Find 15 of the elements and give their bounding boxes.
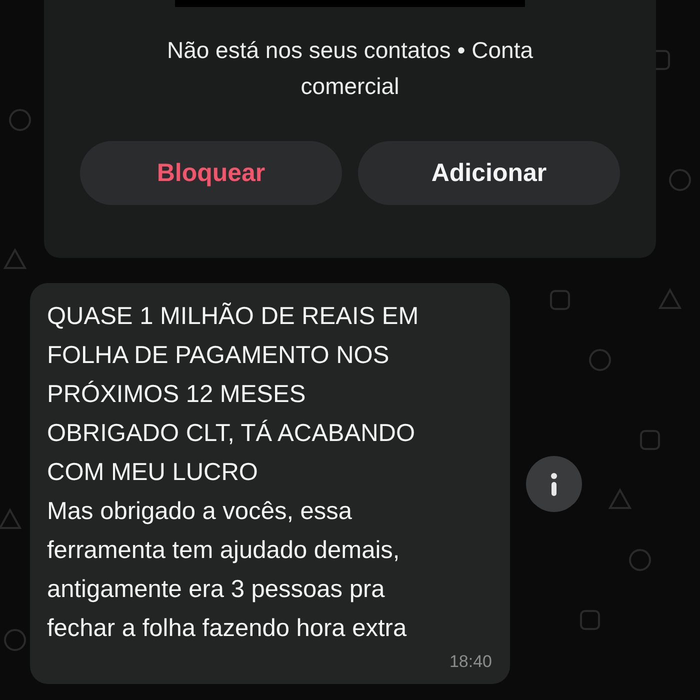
block-button[interactable]: Bloquear: [80, 141, 342, 205]
message-text: FOLHA DE PAGAMENTO NOS: [47, 341, 390, 371]
contact-subtitle: comercial: [300, 72, 400, 101]
message-text: OBRIGADO CLT, TÁ ACABANDO: [47, 418, 416, 449]
contact-subtitle: Não está nos seus contatos • Conta: [166, 36, 534, 65]
message-text: ferramenta tem ajudado demais,: [47, 536, 401, 566]
message-text: fechar a folha fazendo hora extra: [47, 614, 408, 644]
message-time: 18:40: [449, 652, 492, 672]
message-text: QUASE 1 MILHÃO DE REAIS EM: [47, 302, 420, 332]
message-text: COM MEU LUCRO: [47, 458, 259, 488]
message-text: Mas obrigado a vocês, essa: [47, 497, 354, 527]
info-icon: [549, 472, 559, 496]
message-text: antigamente era 3 pessoas pra: [47, 575, 386, 605]
message-text: PRÓXIMOS 12 MESES: [47, 380, 307, 410]
add-button[interactable]: Adicionar: [358, 141, 620, 205]
